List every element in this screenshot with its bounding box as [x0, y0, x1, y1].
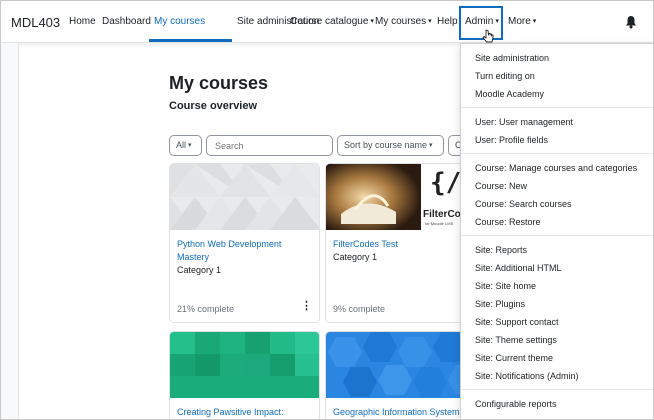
chevron-down-icon: ▾ — [532, 18, 537, 25]
course-title-link[interactable]: Python Web Development Mastery — [177, 238, 312, 264]
chevron-down-icon: ▾ — [188, 142, 192, 149]
menu-item-search-courses[interactable]: Course: Search courses — [475, 199, 572, 209]
grouping-filter[interactable]: All ▾ — [169, 135, 202, 156]
course-progress: 21% complete — [177, 304, 235, 314]
menu-item-site-reports[interactable]: Site: Reports — [475, 245, 527, 255]
course-category: Category 1 — [333, 252, 378, 262]
menu-item-user-management[interactable]: User: User management — [475, 117, 573, 127]
course-image-blue-pattern — [326, 332, 475, 398]
menu-item-site-administration[interactable]: Site administration — [475, 53, 549, 63]
nav-help[interactable]: Help — [437, 16, 458, 27]
kebab-menu-icon[interactable]: ⋮ — [301, 301, 312, 312]
menu-item-course-restore[interactable]: Course: Restore — [475, 217, 541, 227]
course-card[interactable]: Python Web Development Mastery Category … — [169, 163, 320, 323]
menu-item-site-home[interactable]: Site: Site home — [475, 281, 536, 291]
bell-icon[interactable] — [625, 15, 637, 29]
chevron-down-icon: ▾ — [428, 18, 432, 25]
course-card[interactable]: {/} FilterCodes for Moodle LMS FilterCod… — [325, 163, 476, 323]
nav-home[interactable]: Home — [69, 16, 96, 27]
menu-item-current-theme[interactable]: Site: Current theme — [475, 353, 553, 363]
course-overview-heading: Course overview — [169, 100, 258, 112]
sort-dropdown-label: Sort by course name — [344, 140, 428, 150]
browser-frame: MDL403 Home Dashboard My courses Site ad… — [0, 0, 654, 420]
left-drawer-edge — [1, 43, 19, 419]
chevron-down-icon: ▾ — [429, 142, 433, 149]
nav-my-courses-dropdown[interactable]: My courses ▾ — [375, 16, 432, 27]
nav-course-catalogue-label: Course catalogue — [290, 16, 369, 27]
grouping-filter-label: All — [176, 140, 187, 150]
menu-divider — [461, 107, 653, 108]
nav-more-label: More — [508, 16, 531, 27]
course-search-input[interactable] — [206, 135, 333, 156]
course-image-pattern — [170, 164, 319, 230]
chevron-down-icon: ▾ — [370, 18, 374, 25]
menu-item-support-contact[interactable]: Site: Support contact — [475, 317, 559, 327]
filtercodes-image-sublabel: for Moodle LMS — [425, 221, 454, 226]
course-title-link[interactable]: Creating Pawsitive Impact: Starting — [177, 406, 312, 419]
course-image-green-pattern — [170, 332, 319, 398]
nav-dashboard[interactable]: Dashboard — [102, 16, 151, 27]
menu-item-additional-html[interactable]: Site: Additional HTML — [475, 263, 562, 273]
course-image-filtercodes: {/} FilterCodes for Moodle LMS — [326, 164, 475, 230]
course-card[interactable]: Creating Pawsitive Impact: Starting — [169, 331, 320, 419]
nav-more[interactable]: More ▾ — [508, 16, 536, 27]
menu-divider — [461, 153, 653, 154]
menu-divider — [461, 235, 653, 236]
course-card[interactable]: Geographic Information Systems — [325, 331, 476, 419]
site-brand[interactable]: MDL403 — [11, 15, 60, 30]
menu-item-theme-settings[interactable]: Site: Theme settings — [475, 335, 557, 345]
course-progress: 9% complete — [333, 304, 386, 314]
menu-item-course-new[interactable]: Course: New — [475, 181, 527, 191]
admin-dropdown-menu: Site administration Turn editing on Mood… — [460, 43, 653, 419]
nav-my-courses[interactable]: My courses — [154, 16, 205, 27]
menu-item-profile-fields[interactable]: User: Profile fields — [475, 135, 548, 145]
menu-divider — [461, 389, 653, 390]
active-nav-indicator — [149, 39, 232, 42]
page-title: My courses — [169, 73, 269, 93]
menu-item-moodle-academy[interactable]: Moodle Academy — [475, 89, 544, 99]
course-title-link[interactable]: FilterCodes Test — [333, 238, 468, 251]
menu-item-turn-editing-on[interactable]: Turn editing on — [475, 71, 535, 81]
nav-course-catalogue[interactable]: Course catalogue ▾ — [290, 16, 374, 27]
nav-my-courses-dropdown-label: My courses — [375, 16, 427, 27]
menu-item-plugins[interactable]: Site: Plugins — [475, 299, 525, 309]
menu-item-manage-courses[interactable]: Course: Manage courses and categories — [475, 163, 637, 173]
menu-item-notifications[interactable]: Site: Notifications (Admin) — [475, 371, 579, 381]
course-category: Category 1 — [177, 265, 222, 275]
menu-item-configurable-reports[interactable]: Configurable reports — [475, 399, 557, 409]
sort-dropdown[interactable]: Sort by course name ▾ — [337, 135, 444, 156]
top-navbar: MDL403 Home Dashboard My courses Site ad… — [1, 1, 653, 43]
course-title-link[interactable]: Geographic Information Systems — [333, 406, 468, 419]
